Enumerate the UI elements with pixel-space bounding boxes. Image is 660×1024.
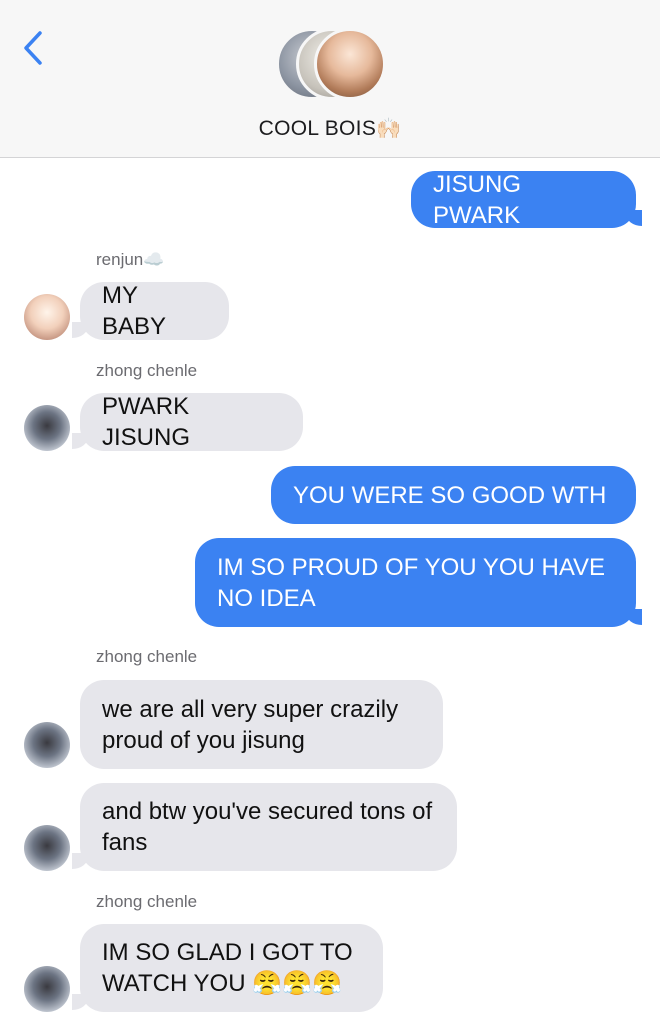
received-message[interactable]: and btw you've secured tons of fans — [80, 783, 457, 871]
avatar[interactable] — [24, 825, 70, 871]
sender-name: renjun☁️ — [96, 250, 165, 269]
group-name: COOL BOIS — [258, 117, 377, 140]
chevron-left-icon — [24, 31, 42, 65]
sender-name: zhong chenle — [96, 647, 198, 666]
sent-message[interactable]: YOU WERE SO GOOD WTH — [271, 466, 636, 524]
back-button[interactable] — [18, 28, 48, 68]
bubble-tail — [626, 609, 642, 625]
avatar[interactable] — [24, 405, 70, 451]
conversation-header: COOL BOIS🙌🏻 — [0, 0, 660, 158]
sender-name: zhong chenle — [96, 361, 198, 380]
sent-message[interactable]: IM SO PROUD OF YOU YOU HAVE NO IDEA — [195, 538, 636, 627]
bubble-tail — [72, 433, 88, 449]
group-avatar — [314, 28, 386, 100]
received-message[interactable]: MY BABY — [80, 282, 229, 340]
avatar[interactable] — [24, 294, 70, 340]
bubble-tail — [72, 994, 88, 1010]
sender-name: zhong chenle — [96, 892, 198, 911]
bubble-tail — [72, 853, 88, 869]
bubble-tail — [72, 322, 88, 338]
conversation-title[interactable]: COOL BOIS🙌🏻 — [0, 116, 660, 141]
received-message[interactable]: IM SO GLAD I GOT TO WATCH YOU 😤😤😤 — [80, 924, 383, 1012]
sent-message[interactable]: JISUNG PWARK — [411, 171, 636, 229]
group-avatars[interactable] — [274, 28, 386, 104]
bubble-tail — [626, 210, 642, 226]
raising-hands-icon: 🙌🏻 — [376, 118, 402, 140]
avatar[interactable] — [24, 966, 70, 1012]
avatar[interactable] — [24, 722, 70, 768]
received-message[interactable]: we are all very super crazily proud of y… — [80, 680, 443, 769]
received-message[interactable]: PWARK JISUNG — [80, 393, 303, 451]
